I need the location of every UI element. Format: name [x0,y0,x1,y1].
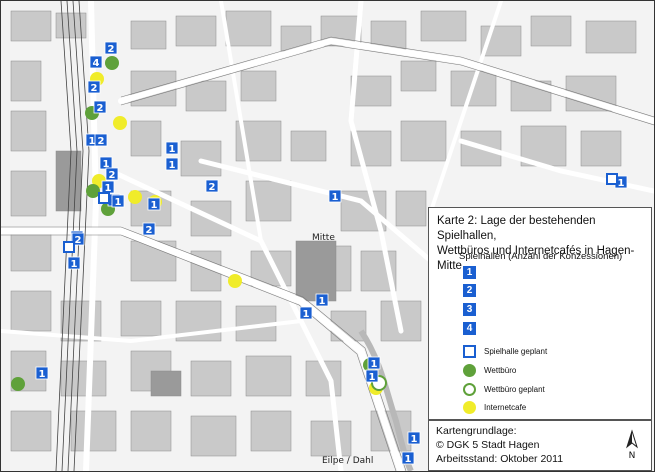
yellow-circle-icon [463,400,476,414]
north-label: N [629,451,636,461]
spielhalle-count-label: 2 [98,136,105,147]
spielhalle-marker[interactable]: 1 [407,431,421,445]
spielhalle-marker[interactable]: 1 [401,451,415,465]
credit-copyright: © DGK 5 Stadt Hagen [436,439,540,451]
legend-subtitle: Spielhallen (Anzahl der Konzessionen) [459,251,623,262]
spielhalle-marker[interactable]: 4 [89,55,103,69]
spielhalle-marker[interactable]: 1 [165,141,179,155]
spielhalle-count-label: 1 [169,160,176,171]
legend-item-spielhalle-geplant: Spielhalle geplant [463,344,547,358]
spielhalle-count-label: 2 [209,182,216,193]
spielhalle-marker[interactable]: 1 [328,189,342,203]
legend-item-wettbuero-geplant: Wettbüro geplant [463,382,545,396]
wettbuero-marker[interactable] [105,56,119,70]
legend-item-internetcafe: Internetcafe [463,400,526,414]
spielhalle-planned-marker[interactable] [63,241,75,253]
spielhalle-count-label: 1 [405,454,412,465]
spielhalle-marker[interactable]: 1 [147,197,161,211]
legend-symbol-4: 4 [463,321,476,335]
credits-panel: Kartengrundlage: © DGK 5 Stadt Hagen Arb… [428,420,652,471]
spielhalle-count-label: 1 [39,369,46,380]
legend-symbol-3: 3 [463,302,476,316]
spielhalle-marker[interactable]: 1 [35,366,49,380]
green-circle-icon [463,363,476,377]
spielhalle-count-label: 1 [303,309,310,320]
spielhalle-marker[interactable]: 2 [87,80,101,94]
spielhalle-count-label: 1 [411,434,418,445]
spielhalle-marker[interactable]: 1 [365,369,379,383]
spielhalle-marker[interactable]: 1 [165,157,179,171]
spielhalle-count-label: 1 [371,359,378,370]
spielhalle-marker[interactable]: 1 [367,356,381,370]
legend-title-line1: Karte 2: Lage der bestehenden Spielhalle… [437,215,596,242]
spielhalle-count-label: 1 [89,136,96,147]
legend-panel: Karte 2: Lage der bestehenden Spielhalle… [428,207,652,420]
place-label-mitte: Mitte [312,233,335,243]
spielhalle-count-label: 1 [319,296,326,307]
wettbuero-marker[interactable] [86,184,100,198]
spielhalle-marker[interactable]: 2 [93,100,107,114]
spielhalle-count-label: 2 [91,83,98,94]
spielhalle-count-label: 1 [369,372,376,383]
legend-label-internetcafe: Internetcafe [484,402,527,412]
open-square-icon [463,344,476,358]
spielhalle-count-label: 2 [108,44,115,55]
spielhalle-count-label: 1 [332,192,339,203]
place-label-street: Eilpe / Dahl [322,456,373,466]
spielhalle-count-label: 1 [115,197,122,208]
spielhalle-count-label: 1 [618,178,625,189]
spielhalle-marker[interactable]: 2 [104,41,118,55]
legend-item-2: 2 [463,283,484,297]
spielhalle-marker[interactable]: 1 [67,256,81,270]
spielhalle-count-label: 2 [75,235,82,246]
legend-label-spielhalle-geplant: Spielhalle geplant [484,346,548,356]
open-green-circle-icon [463,382,476,396]
legend-label-wettbuero-geplant: Wettbüro geplant [484,384,545,394]
legend-item-3: 3 [463,302,484,316]
spielhalle-marker[interactable]: 1 [315,293,329,307]
credit-date: Arbeitsstand: Oktober 2011 [436,453,564,465]
legend-item-1: 1 [463,265,484,279]
spielhalle-marker[interactable]: 1 [111,194,125,208]
spielhalle-count-label: 2 [97,103,104,114]
north-arrow-icon: N [626,429,638,461]
legend-symbol-1: 1 [463,265,476,279]
spielhalle-count-label: 1 [71,259,78,270]
spielhalle-count-label: 1 [151,200,158,211]
credit-basemap: Kartengrundlage: [436,425,517,437]
spielhalle-count-label: 2 [146,225,153,236]
legend-item-wettbuero: Wettbüro [463,363,516,377]
wettbuero-marker[interactable] [11,377,25,391]
internetcafe-marker[interactable] [128,190,142,204]
spielhalle-marker[interactable]: 2 [205,179,219,193]
internetcafe-marker[interactable] [228,274,242,288]
legend-label-wettbuero: Wettbüro [484,365,517,375]
spielhalle-marker[interactable]: 2 [94,133,108,147]
legend-item-4: 4 [463,321,484,335]
spielhalle-count-label: 1 [169,144,176,155]
spielhalle-marker[interactable]: 2 [105,167,119,181]
spielhalle-planned-marker[interactable] [606,173,618,185]
spielhalle-planned-marker[interactable] [98,192,110,204]
legend-symbol-2: 2 [463,283,476,297]
spielhalle-count-label: 2 [109,170,116,181]
spielhalle-marker[interactable]: 1 [299,306,313,320]
spielhalle-count-label: 4 [93,58,100,69]
spielhalle-marker[interactable]: 2 [142,222,156,236]
map-frame: Mitte Eilpe / Dahl 242212121111212111111… [0,0,655,472]
internetcafe-marker[interactable] [113,116,127,130]
